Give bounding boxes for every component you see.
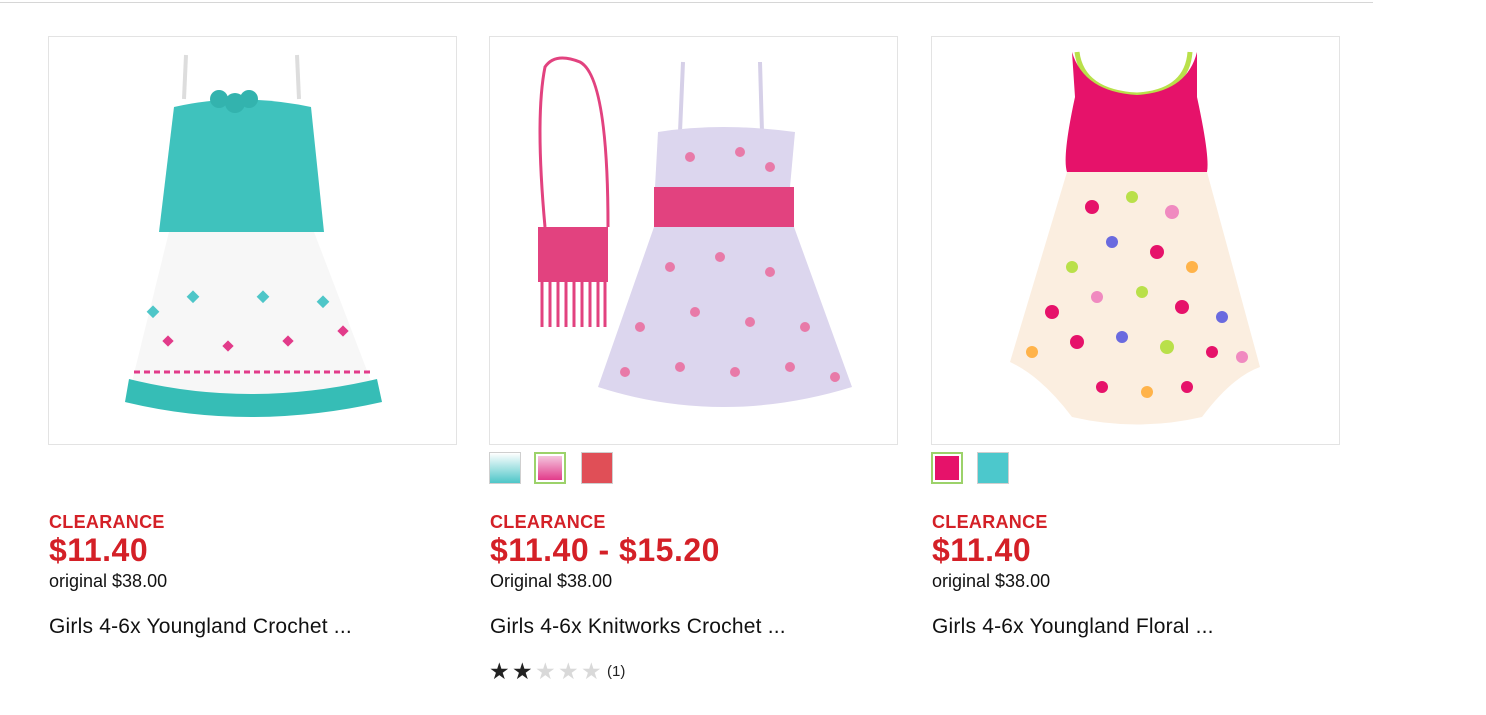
original-price: Original $38.00 xyxy=(490,571,613,591)
top-divider xyxy=(0,2,1373,3)
color-swatch-teal[interactable] xyxy=(489,452,521,484)
clearance-badge: CLEARANCE xyxy=(490,512,606,532)
product-image[interactable] xyxy=(48,36,457,445)
product-card-3: CLEARANCE $11.40 original $38.00 Girls 4… xyxy=(931,36,1340,638)
clearance-badge: CLEARANCE xyxy=(932,512,1048,532)
product-title-link[interactable]: Girls 4-6x Youngland Floral ... xyxy=(932,615,1214,639)
star-filled-icon: ★ xyxy=(489,658,510,684)
original-price: original $38.00 xyxy=(49,571,168,591)
clearance-badge: CLEARANCE xyxy=(49,512,165,532)
dress-illustration xyxy=(1010,51,1260,425)
star-empty-icon: ★ xyxy=(581,658,602,684)
star-empty-icon: ★ xyxy=(535,658,556,684)
star-filled-icon: ★ xyxy=(512,658,533,684)
color-swatch-coral[interactable] xyxy=(581,452,613,484)
product-image[interactable] xyxy=(931,36,1340,445)
product-image[interactable] xyxy=(489,36,898,445)
product-card-2: CLEARANCE $11.40 - $15.20 Original $38.0… xyxy=(489,36,898,683)
color-swatch-teal[interactable] xyxy=(977,452,1009,484)
product-title-link[interactable]: Girls 4-6x Knitworks Crochet ... xyxy=(490,615,786,639)
product-title-link[interactable]: Girls 4-6x Youngland Crochet ... xyxy=(49,615,352,639)
review-count[interactable]: (1) xyxy=(607,663,625,680)
star-empty-icon: ★ xyxy=(558,658,579,684)
dress-illustration xyxy=(125,54,382,417)
color-swatch-pink[interactable] xyxy=(534,452,566,484)
product-card-1: CLEARANCE $11.40 original $38.00 Girls 4… xyxy=(48,36,457,638)
sale-price: $11.40 xyxy=(49,532,149,568)
sale-price-range: $11.40 - $15.20 xyxy=(490,532,720,568)
color-swatch-pink[interactable] xyxy=(931,452,963,484)
original-price: original $38.00 xyxy=(932,571,1051,591)
sale-price: $11.40 xyxy=(932,532,1032,568)
dress-and-purse-illustration xyxy=(538,56,852,407)
